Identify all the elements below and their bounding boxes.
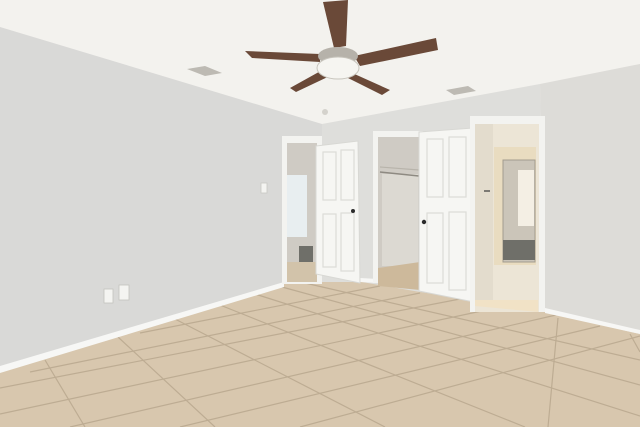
hall-floor — [287, 262, 317, 282]
closet-back-wall — [382, 174, 418, 266]
outlet-icon — [103, 288, 114, 304]
hall-window — [287, 175, 307, 237]
smoke-detector — [322, 109, 328, 115]
shower-window — [518, 170, 534, 226]
room-photo — [0, 0, 640, 427]
bath-left-wall — [475, 124, 493, 300]
shower-dark-base — [503, 240, 535, 260]
door-knob-icon[interactable] — [351, 209, 355, 213]
towel-hook — [484, 190, 490, 192]
light-switch-icon[interactable] — [260, 182, 268, 194]
fan-light — [316, 56, 360, 80]
outlet-icon — [118, 284, 130, 301]
right-wall — [540, 64, 640, 334]
room-illustration — [0, 0, 640, 427]
door-knob-icon[interactable] — [421, 219, 427, 225]
